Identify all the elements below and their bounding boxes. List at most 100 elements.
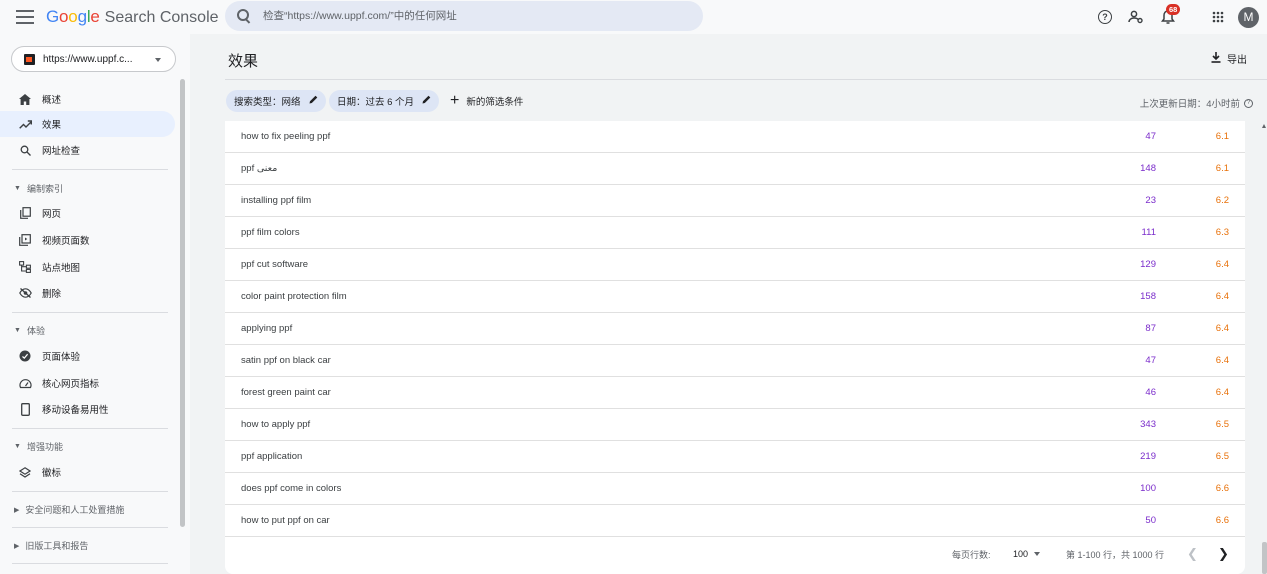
nav-item-sitemaps[interactable]: 站点地图 (0, 254, 175, 280)
impressions-cell: 47 (1145, 355, 1156, 366)
google-wordmark: Google (46, 7, 100, 26)
removals-icon (18, 286, 32, 300)
table-row[interactable]: installing ppf film 23 6.2 (225, 185, 1245, 217)
table-row[interactable]: applying ppf 87 6.4 (225, 313, 1245, 345)
section-experience-toggle[interactable]: ▼ 体验 (14, 324, 45, 337)
account-avatar[interactable]: M (1238, 6, 1259, 28)
table-row[interactable]: color paint protection film 158 6.4 (225, 281, 1245, 313)
speed-gauge-icon (18, 376, 32, 390)
pages-icon (18, 206, 32, 220)
position-cell: 6.6 (1215, 515, 1229, 526)
table-row[interactable]: how to fix peeling ppf 47 6.1 (225, 121, 1245, 153)
impressions-cell: 148 (1140, 163, 1156, 174)
position-cell: 6.5 (1215, 451, 1229, 462)
position-cell: 6.4 (1215, 323, 1229, 334)
sidebar-divider (12, 563, 168, 564)
table-pagination: 每页行数: 100 第 1-100 行，共 1000 行 ❮ ❯ (225, 540, 1245, 568)
product-logo[interactable]: Google Search Console (46, 7, 219, 27)
manage-users-icon (1128, 10, 1143, 24)
add-filter-button[interactable]: + 新的筛选条件 (450, 91, 523, 111)
dropdown-arrow-icon (155, 58, 161, 62)
section-legacy-toggle[interactable]: ▶ 旧版工具和报告 (14, 539, 88, 552)
property-selector[interactable]: https://www.uppf.c... (11, 46, 176, 72)
query-cell: satin ppf on black car (241, 355, 331, 366)
table-row[interactable]: how to apply ppf 343 6.5 (225, 409, 1245, 441)
notifications-button[interactable]: 68 (1158, 4, 1181, 27)
edit-pencil-icon (422, 95, 431, 107)
collapse-arrow-icon: ▼ (14, 185, 21, 192)
nav-item-removals[interactable]: 删除 (0, 280, 175, 306)
table-row[interactable]: ppf application 219 6.5 (225, 441, 1245, 473)
sidebar-divider (12, 491, 168, 492)
rows-per-page-select[interactable]: 100 (1013, 549, 1041, 559)
search-type-filter-chip[interactable]: 搜索类型：网络 (226, 90, 326, 112)
header-divider (225, 79, 1267, 80)
page-experience-icon (18, 349, 32, 363)
download-icon (1211, 51, 1221, 66)
nav-label: 删除 (42, 289, 62, 300)
section-security-toggle[interactable]: ▶ 安全问题和人工处置措施 (14, 503, 124, 516)
sidebar-divider (12, 169, 168, 170)
table-row[interactable]: ppf معنى 148 6.1 (225, 153, 1245, 185)
nav-label: 页面体验 (42, 352, 81, 363)
search-icon (237, 9, 251, 23)
table-row[interactable]: how to put ppf on car 50 6.6 (225, 505, 1245, 537)
navigation-sidebar: https://www.uppf.c... 概述 效果 网址检查 ▼ 编制索引 … (0, 34, 190, 574)
nav-label: 核心网页指标 (42, 379, 100, 390)
query-cell: ppf application (241, 451, 303, 462)
url-inspection-search[interactable] (225, 1, 703, 31)
main-scrollbar[interactable] (1262, 124, 1267, 574)
scrollbar-thumb[interactable] (1262, 542, 1267, 574)
help-button[interactable]: ? (1095, 7, 1115, 27)
date-filter-chip[interactable]: 日期：过去 6 个月 (329, 90, 440, 112)
home-icon (18, 92, 32, 106)
position-cell: 6.2 (1215, 195, 1229, 206)
nav-item-video-pages[interactable]: 视频页面数 (0, 227, 175, 253)
users-settings-button[interactable] (1126, 7, 1146, 27)
table-row[interactable]: forest green paint car 46 6.4 (225, 377, 1245, 409)
position-cell: 6.4 (1215, 387, 1229, 398)
export-button[interactable]: 导出 (1211, 51, 1247, 66)
nav-label: 网址检查 (42, 146, 81, 157)
nav-item-performance[interactable]: 效果 (0, 111, 175, 137)
nav-item-mobile-usability[interactable]: 移动设备易用性 (0, 396, 175, 422)
position-cell: 6.1 (1215, 163, 1229, 174)
main-menu-icon[interactable] (16, 10, 34, 24)
chip-label: 日期：过去 6 个月 (337, 97, 415, 108)
nav-item-logos[interactable]: 徽标 (0, 459, 175, 485)
nav-item-page-experience[interactable]: 页面体验 (0, 343, 175, 369)
pagination-range: 第 1-100 行，共 1000 行 (1066, 549, 1165, 560)
previous-page-button[interactable]: ❮ (1187, 546, 1198, 562)
table-row[interactable]: ppf film colors 111 6.3 (225, 217, 1245, 249)
url-inspection-input[interactable] (263, 10, 663, 22)
nav-item-url-inspection[interactable]: 网址检查 (0, 137, 175, 163)
table-row[interactable]: does ppf come in colors 100 6.6 (225, 473, 1245, 505)
apps-button[interactable] (1208, 7, 1228, 27)
queries-table: how to fix peeling ppf 47 6.1 ppf معنى 1… (225, 121, 1245, 574)
table-row[interactable]: satin ppf on black car 47 6.4 (225, 345, 1245, 377)
export-label: 导出 (1227, 55, 1247, 66)
section-enhancements-toggle[interactable]: ▼ 增强功能 (14, 440, 63, 453)
position-cell: 6.5 (1215, 419, 1229, 430)
table-row[interactable]: ppf cut software 129 6.4 (225, 249, 1245, 281)
last-updated-info: 上次更新日期：4小时前 ? (1140, 96, 1253, 110)
position-cell: 6.1 (1215, 131, 1229, 142)
nav-item-overview[interactable]: 概述 (0, 86, 175, 112)
help-icon[interactable]: ? (1244, 98, 1253, 108)
nav-label: 概述 (42, 95, 62, 106)
nav-label: 站点地图 (42, 263, 81, 274)
sidebar-scrollbar[interactable] (180, 79, 185, 527)
nav-item-pages[interactable]: 网页 (0, 200, 175, 226)
section-indexing-toggle[interactable]: ▼ 编制索引 (14, 182, 63, 195)
next-page-button[interactable]: ❯ (1218, 546, 1229, 562)
layers-icon (18, 465, 32, 479)
notification-badge: 68 (1166, 4, 1181, 15)
scroll-up-arrow-icon (1262, 124, 1266, 128)
query-cell: color paint protection film (241, 291, 347, 302)
property-favicon-icon (24, 53, 35, 65)
query-cell: does ppf come in colors (241, 483, 342, 494)
top-app-bar: Google Search Console ? 68 M (0, 0, 1267, 34)
impressions-cell: 46 (1145, 387, 1156, 398)
nav-item-core-web-vitals[interactable]: 核心网页指标 (0, 370, 175, 396)
nav-label: 移动设备易用性 (42, 405, 109, 416)
